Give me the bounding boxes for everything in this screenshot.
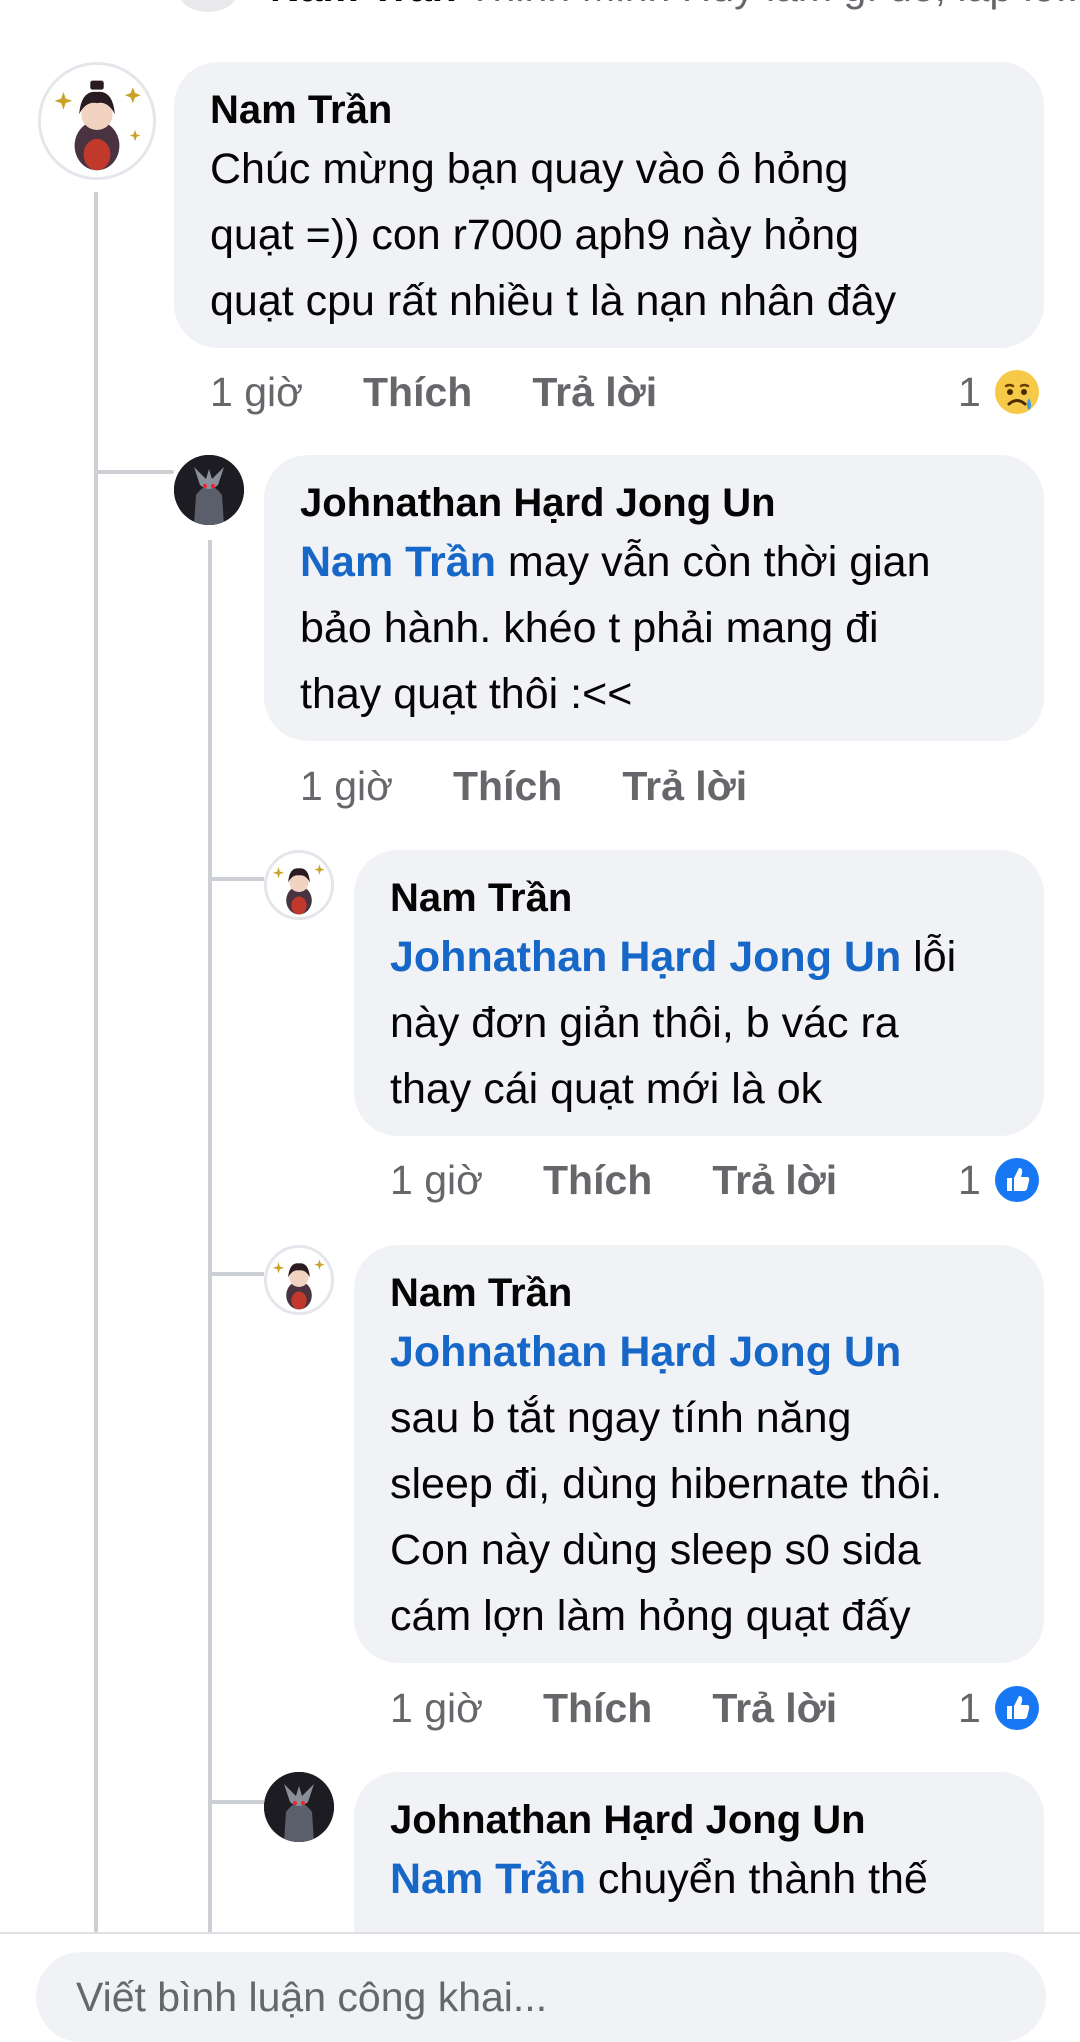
timestamp[interactable]: 1 giờ [300,763,393,810]
comment-line: quạt cpu rất nhiều t là nạn nhân đây [210,268,1008,334]
timestamp[interactable]: 1 giờ [210,369,303,416]
character-avatar-icon [41,65,153,177]
avatar [178,0,238,12]
comment-text: Johnathan Hạrd Jong Un lỗi này đơn giản … [390,924,1008,1122]
reply-button[interactable]: Trả lời [712,1157,837,1204]
comment-line: cám lợn làm hỏng quạt đấy [390,1583,1008,1649]
avatar[interactable] [174,455,244,525]
thread-line [208,540,212,1932]
comment-actions: 1 giờ Thích Trả lời [390,1678,897,1738]
comment-bubble[interactable]: Johnathan Hạrd Jong Un Nam Trần may vẫn … [264,455,1044,741]
mention-link[interactable]: Johnathan Hạrd Jong Un [390,933,901,981]
reaction-count: 1 [958,369,981,416]
comment-line-text: lỗi [901,933,956,981]
dark-knight-avatar-icon [174,455,244,525]
timestamp[interactable]: 1 giờ [390,1685,483,1732]
comment-line: Nam Trần may vẫn còn thời gian [300,529,1008,595]
author-name[interactable]: Nam Trần [390,872,1008,924]
author-name[interactable]: Nam Trần [390,1267,1008,1319]
comment-line-text: may vẫn còn thời gian [496,538,931,586]
comment-bubble[interactable]: Nam Trần Johnathan Hạrd Jong Un lỗi này … [354,850,1044,1136]
thread-line [94,192,98,1932]
mention-link[interactable]: Johnathan Hạrd Jong Un [390,1328,901,1376]
avatar[interactable] [38,62,156,180]
author-name[interactable]: Johnathan Hạrd Jong Un [390,1794,1008,1846]
reaction-summary[interactable]: 1 [958,362,1041,422]
character-avatar-icon [267,1248,331,1312]
timestamp[interactable]: 1 giờ [390,1157,483,1204]
avatar[interactable] [264,850,334,920]
comment-line: sau b tắt ngay tính năng [390,1385,1008,1451]
comment-line: bảo hành. khéo t phải mang đi [300,595,1008,661]
comment-line: thay quạt thôi :<< [300,661,1008,727]
author-name[interactable]: Nam Trần [210,84,1008,136]
like-button[interactable]: Thích [543,1157,652,1204]
dark-knight-avatar-icon [264,1772,334,1842]
comment-text: Nam Trần may vẫn còn thời gian bảo hành.… [300,529,1008,727]
comment-line: Con này dùng sleep s0 sida [390,1517,1008,1583]
thread-line [94,470,174,474]
comment-composer-bar: Viết bình luận công khai... [0,1932,1080,2005]
like-button[interactable]: Thích [363,369,472,416]
comment-line-text: chuyển thành thế [586,1855,928,1903]
comment-text: Thinh Minh Huy làm gì đó, lắp lỗ... [468,0,1080,10]
thread-line [208,1272,264,1276]
reaction-count: 1 [958,1685,981,1732]
comment-actions: 1 giờ Thích Trả lời [300,756,807,816]
comment-bubble[interactable]: Nam Trần Chúc mừng bạn quay vào ô hỏng q… [174,62,1044,348]
comment-line: Johnathan Hạrd Jong Un lỗi [390,924,1008,990]
reply-button[interactable]: Trả lời [532,369,657,416]
previous-comment-partial: Nam Trần Thinh Minh Huy làm gì đó, lắp l… [0,0,1080,12]
mention-link[interactable]: Nam Trần [390,1855,586,1903]
mention-link[interactable]: Nam Trần [300,538,496,586]
comment-line: Johnathan Hạrd Jong Un [390,1319,1008,1385]
like-reaction-icon [993,1684,1041,1732]
comment-text: Nam Trần chuyển thành thế [390,1846,1008,1912]
author-name[interactable]: Johnathan Hạrd Jong Un [300,477,1008,529]
reaction-summary[interactable]: 1 [958,1150,1041,1210]
comment-line: này đơn giản thôi, b vác ra [390,990,1008,1056]
comment-line: sleep đi, dùng hibernate thôi. [390,1451,1008,1517]
like-reaction-icon [993,1156,1041,1204]
avatar[interactable] [264,1245,334,1315]
comment-text: Johnathan Hạrd Jong Un sau b tắt ngay tí… [390,1319,1008,1649]
comment-text: Chúc mừng bạn quay vào ô hỏng quạt =)) c… [210,136,1008,334]
author-name: Nam Trần [270,0,457,10]
reply-button[interactable]: Trả lời [622,763,747,810]
character-avatar-icon [267,853,331,917]
thread-line [208,877,264,881]
comment-input[interactable]: Viết bình luận công khai... [36,1952,1046,2042]
like-button[interactable]: Thích [543,1685,652,1732]
comment-line: Nam Trần chuyển thành thế [390,1846,1008,1912]
like-button[interactable]: Thích [453,763,562,810]
comment-line: Chúc mừng bạn quay vào ô hỏng [210,136,1008,202]
comment-line: thay cái quạt mới là ok [390,1056,1008,1122]
comment-actions: 1 giờ Thích Trả lời [390,1150,897,1210]
avatar[interactable] [264,1772,334,1842]
comment-line: quạt =)) con r7000 aph9 này hỏng [210,202,1008,268]
comment-bubble[interactable]: Nam Trần Johnathan Hạrd Jong Un sau b tắ… [354,1245,1044,1663]
sad-reaction-icon [993,368,1041,416]
comment-actions: 1 giờ Thích Trả lời [210,362,717,422]
comment-input-placeholder: Viết bình luận công khai... [76,1974,547,2020]
reaction-count: 1 [958,1157,981,1204]
thread-line [208,1800,264,1804]
reaction-summary[interactable]: 1 [958,1678,1041,1738]
reply-button[interactable]: Trả lời [712,1685,837,1732]
